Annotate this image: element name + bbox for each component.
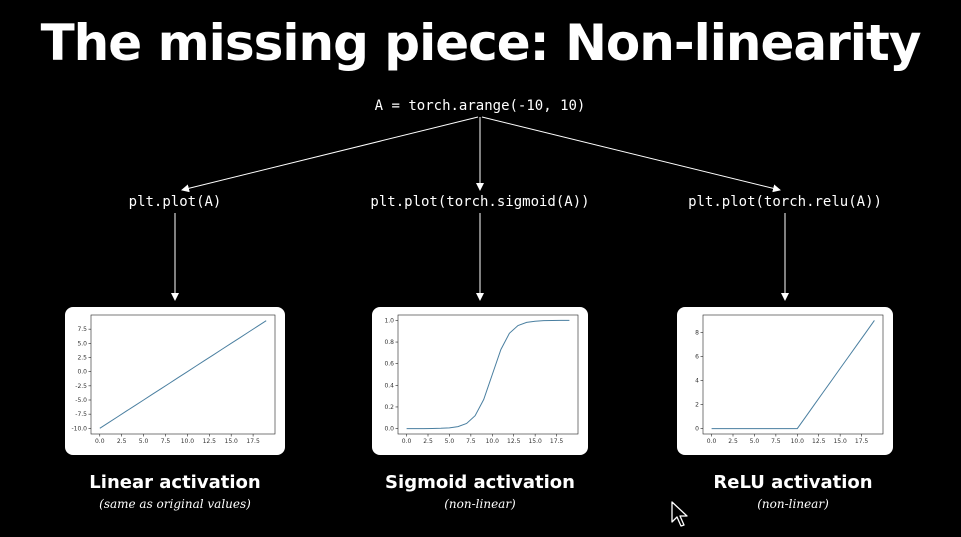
code-linear: plt.plot(A) (128, 194, 222, 210)
tree-arrows (171, 116, 789, 301)
relu-chart-xtick-label: 2.5 (728, 438, 738, 445)
relu-chart-ytick-label: 4 (695, 378, 699, 385)
sigmoid-chart-card: 0.0 2.5 5.0 7.5 10.0 12.5 15.0 17.5 0.0 0.2 0.4 0.6… (372, 307, 588, 455)
sigmoid-chart-xtick-label: 10.0 (486, 438, 500, 445)
relu-chart-series-line (711, 320, 875, 430)
sigmoid-title: Sigmoid activation (385, 472, 575, 493)
linear-chart-card: 0.0 2.5 5.0 7.5 10.0 12.5 15.0 17.5 -10.0 -7.5 -5.… (65, 307, 285, 455)
code-sigmoid: plt.plot(torch.sigmoid(A)) (370, 194, 590, 210)
linear-chart: 0.0 2.5 5.0 7.5 10.0 12.5 15.0 17.5 -10.0 -7.5 -5.… (71, 314, 276, 445)
relu-chart: 0.0 2.5 5.0 7.5 10.0 12.5 15.0 17.5 0 2 4 6 8 (695, 314, 884, 445)
linear-chart-ytick-label: 0.0 (77, 369, 87, 376)
linear-chart-xtick-label: 0.0 (95, 438, 105, 445)
sigmoid-chart-ytick-label: 0.0 (384, 426, 394, 433)
code-relu: plt.plot(torch.relu(A)) (688, 194, 882, 210)
linear-chart-ytick-label: -2.5 (75, 383, 87, 390)
sigmoid-chart-xtick-label: 2.5 (423, 438, 433, 445)
relu-chart-ytick-label: 2 (695, 402, 699, 409)
mouse-pointer-icon (671, 501, 688, 527)
relu-chart-ytick-label: 0 (695, 426, 699, 433)
relu-chart-frame (702, 314, 884, 435)
linear-chart-xtick-label: 10.0 (181, 438, 195, 445)
linear-title: Linear activation (89, 472, 261, 493)
relu-chart-xtick-label: 15.0 (833, 438, 847, 445)
relu-subtitle: (non-linear) (757, 497, 829, 511)
sigmoid-chart-ytick-label: 0.8 (384, 339, 394, 346)
relu-chart-xtick-label: 7.5 (771, 438, 781, 445)
linear-chart-series-line (99, 320, 267, 429)
sigmoid-chart-ytick-label: 0.4 (384, 382, 394, 389)
relu-chart-ytick-label: 6 (695, 353, 699, 360)
linear-chart-ytick-label: 5.0 (77, 340, 87, 347)
sigmoid-chart: 0.0 2.5 5.0 7.5 10.0 12.5 15.0 17.5 0.0 0.2 0.4 0.6… (384, 314, 579, 445)
linear-chart-ytick-label: -5.0 (75, 397, 87, 404)
relu-chart-ytick-label: 8 (695, 329, 699, 336)
sigmoid-chart-series-line (406, 319, 570, 430)
linear-chart-ytick-label: 2.5 (77, 355, 87, 362)
sigmoid-chart-xtick-label: 7.5 (466, 438, 476, 445)
sigmoid-label: Sigmoid activation (non-linear) (385, 472, 575, 511)
linear-chart-xtick-label: 7.5 (161, 438, 171, 445)
linear-chart-ytick-label: -7.5 (75, 411, 87, 418)
sigmoid-chart-frame (397, 314, 579, 435)
sigmoid-subtitle: (non-linear) (444, 497, 516, 511)
linear-chart-xtick-label: 17.5 (246, 438, 260, 445)
linear-chart-xtick-label: 15.0 (225, 438, 239, 445)
relu-chart-xtick-label: 12.5 (812, 438, 826, 445)
linear-subtitle: (same as original values) (99, 497, 251, 511)
sigmoid-chart-xtick-label: 12.5 (507, 438, 521, 445)
linear-chart-ytick-label: 7.5 (77, 326, 87, 333)
sigmoid-chart-xtick-label: 17.5 (550, 438, 564, 445)
linear-label: Linear activation (same as original valu… (89, 472, 260, 511)
relu-title: ReLU activation (713, 472, 873, 493)
relu-chart-xtick-label: 5.0 (750, 438, 760, 445)
linear-chart-xtick-label: 5.0 (139, 438, 149, 445)
relu-label: ReLU activation (non-linear) (713, 472, 872, 511)
sigmoid-chart-xtick-label: 5.0 (445, 438, 455, 445)
relu-chart-card: 0.0 2.5 5.0 7.5 10.0 12.5 15.0 17.5 0 2 4 6 8 (677, 307, 893, 455)
relu-chart-xtick-label: 10.0 (791, 438, 805, 445)
relu-chart-xtick-label: 17.5 (855, 438, 869, 445)
sigmoid-chart-ytick-label: 0.2 (384, 404, 394, 411)
sigmoid-chart-xtick-label: 0.0 (402, 438, 412, 445)
arrow-root-to-relu (481, 116, 781, 193)
linear-chart-xtick-label: 12.5 (203, 438, 217, 445)
linear-chart-ytick-label: -10.0 (71, 425, 87, 432)
sigmoid-chart-ytick-label: 1.0 (384, 317, 394, 324)
sigmoid-chart-xtick-label: 15.0 (528, 438, 542, 445)
linear-chart-xtick-label: 2.5 (117, 438, 127, 445)
arrow-root-to-linear (181, 116, 479, 193)
relu-chart-xtick-label: 0.0 (707, 438, 717, 445)
sigmoid-chart-ytick-label: 0.6 (384, 361, 394, 368)
